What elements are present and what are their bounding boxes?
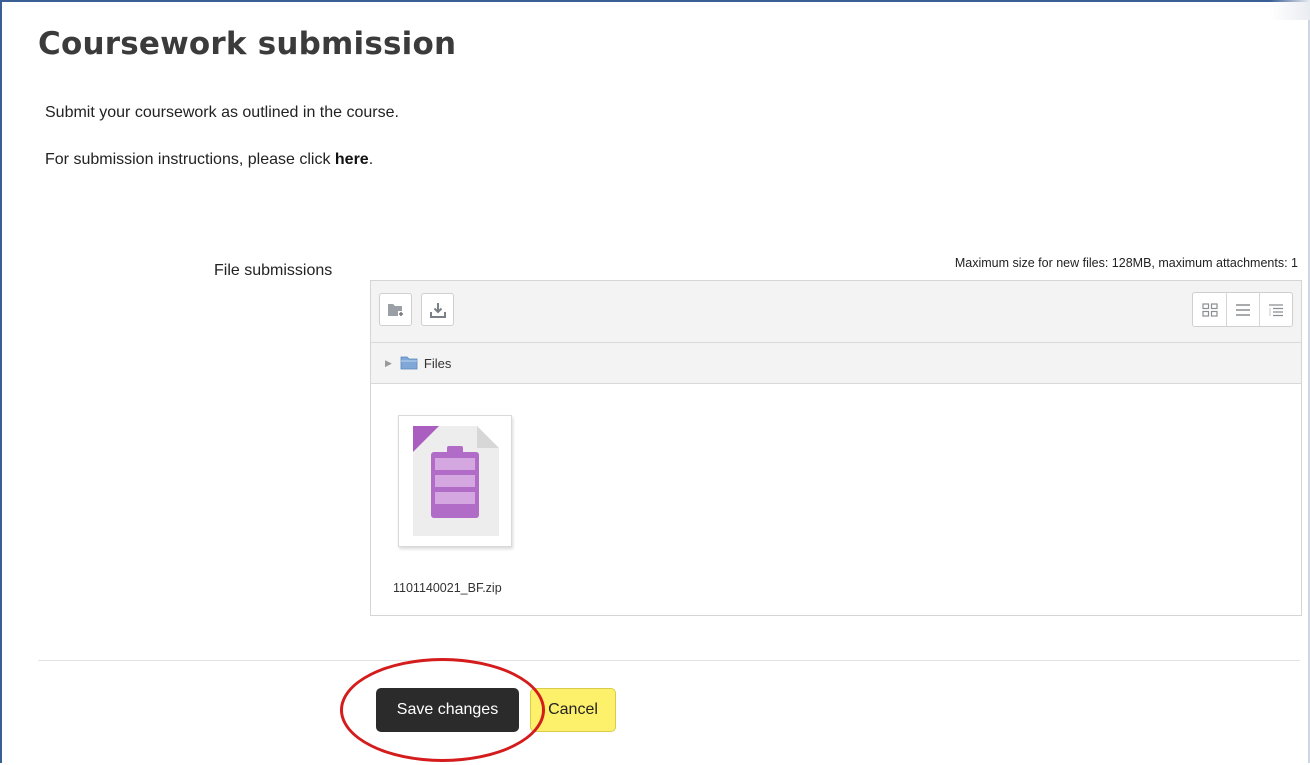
archive-file-icon [413,426,499,536]
add-file-icon [387,303,404,317]
intro-text: Submit your coursework as outlined in th… [45,104,399,121]
view-mode-group [1192,292,1293,327]
instructions-prefix: For submission instructions, please clic… [45,151,335,168]
cancel-button[interactable]: Cancel [530,688,616,732]
instructions-text: For submission instructions, please clic… [45,151,373,169]
list-view-button[interactable] [1226,293,1259,326]
tree-view-button[interactable] [1259,293,1292,326]
folder-icon [400,356,418,370]
grid-view-button[interactable] [1193,293,1226,326]
file-name[interactable]: 1101140021_BF.zip [393,581,502,595]
save-changes-button[interactable]: Save changes [376,688,519,732]
download-icon [429,302,446,318]
corner-shadow [1270,0,1310,20]
instructions-link[interactable]: here [335,151,369,168]
instructions-suffix: . [368,151,374,168]
file-manager: ▶ Files 1101140021_BF.zip [370,280,1302,616]
file-limit-note: Maximum size for new files: 128MB, maxim… [954,256,1298,270]
form-divider [38,660,1300,661]
tree-view-icon [1269,303,1283,316]
file-manager-toolbar [371,281,1301,343]
breadcrumb-folder[interactable]: Files [424,356,451,371]
file-submissions-label: File submissions [214,262,333,279]
breadcrumb: ▶ Files [371,343,1301,384]
grid-view-icon [1201,302,1218,317]
download-all-button[interactable] [421,293,454,326]
file-thumbnail[interactable] [398,415,512,547]
page-title: Coursework submission [38,26,457,62]
list-view-icon [1236,303,1250,316]
add-file-button[interactable] [379,293,412,326]
expand-triangle-icon[interactable]: ▶ [385,358,392,369]
